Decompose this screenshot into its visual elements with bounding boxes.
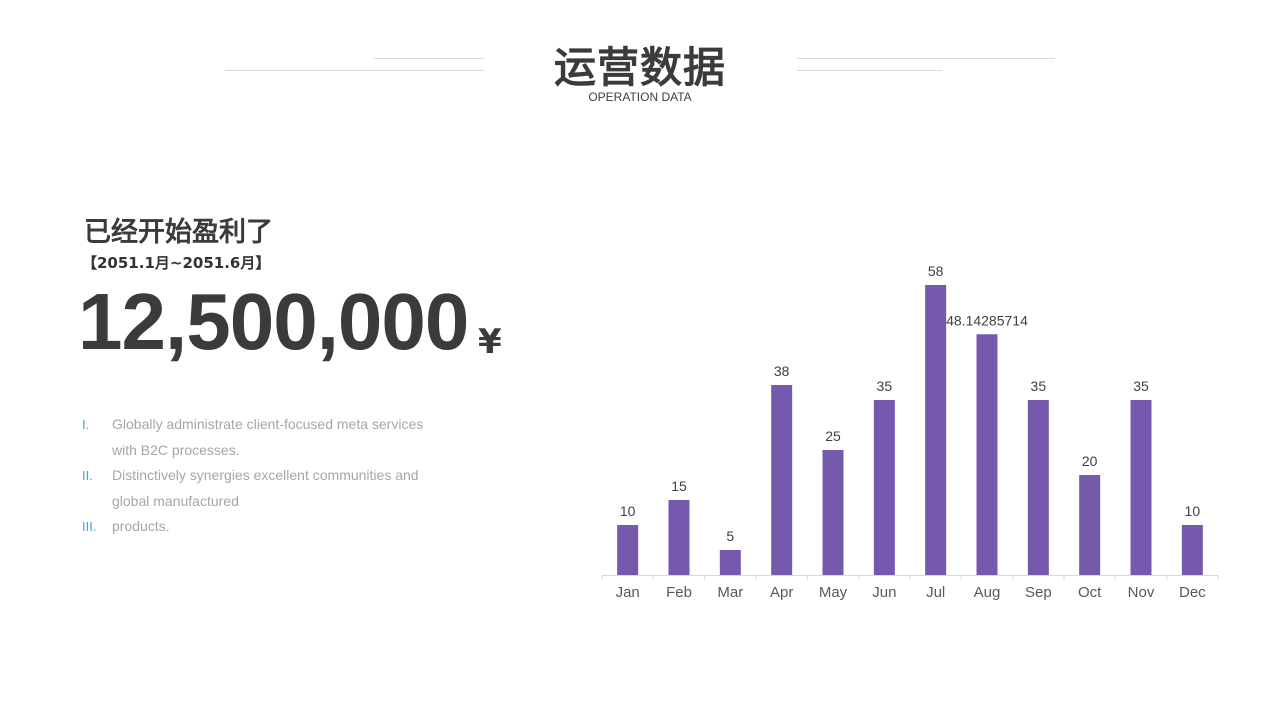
x-tick-label-apr: Apr — [770, 584, 793, 601]
data-label-nov: 35 — [1133, 378, 1149, 394]
bar-sep — [1027, 400, 1049, 575]
data-label-dec: 10 — [1185, 503, 1201, 519]
page-title: 运营数据 — [553, 43, 726, 92]
notes-list: I. Globally administrate client-focused … — [82, 412, 442, 540]
note-text: Distinctively synergies excellent commun… — [112, 467, 419, 509]
x-tick-label-dec: Dec — [1179, 584, 1206, 601]
x-tick-label-aug: Aug — [974, 584, 1001, 601]
data-label-mar: 5 — [726, 528, 734, 544]
bar-apr — [771, 385, 793, 575]
x-tick-label-jan: Jan — [616, 584, 640, 601]
note-item: II. Distinctively synergies excellent co… — [82, 463, 442, 514]
data-label-jun: 35 — [877, 378, 893, 394]
summary-amount: 12,500,000 — [78, 277, 469, 366]
note-number: II. — [82, 468, 93, 483]
monthly-bar-chart: 10 Jan 15 Feb 5 Mar 38 Apr 25 May 35 Jun 58 Jul 48.142… — [601, 263, 1219, 601]
bar-jul — [925, 285, 947, 575]
x-tick-label-nov: Nov — [1128, 584, 1155, 601]
data-label-oct: 20 — [1082, 453, 1098, 469]
currency-symbol: ¥ — [478, 322, 502, 362]
bar-jan — [617, 525, 639, 575]
bar-mar — [719, 550, 741, 575]
x-tick-label-jul: Jul — [926, 584, 945, 601]
note-text: products. — [112, 518, 170, 534]
bar-dec — [1181, 525, 1203, 575]
data-label-jul: 58 — [928, 263, 944, 279]
note-text: Globally administrate client-focused met… — [112, 416, 424, 458]
bar-aug — [976, 334, 998, 575]
data-label-may: 25 — [825, 428, 841, 444]
bar-oct — [1079, 475, 1101, 575]
note-number: III. — [82, 519, 97, 534]
bar-jun — [873, 400, 895, 575]
data-label-apr: 38 — [774, 363, 790, 379]
note-item: III. products. — [82, 514, 442, 540]
bar-nov — [1130, 400, 1152, 575]
x-tick-label-feb: Feb — [666, 584, 692, 601]
bar-feb — [668, 500, 690, 575]
summary-period: 【2051.1月~2051.6月】 — [82, 254, 271, 272]
data-label-feb: 15 — [671, 478, 687, 494]
data-label-aug: 48.14285714 — [946, 312, 1028, 328]
data-label-jan: 10 — [620, 503, 636, 519]
note-number: I. — [82, 417, 90, 432]
data-label-sep: 35 — [1031, 378, 1047, 394]
x-tick-label-may: May — [819, 584, 848, 601]
note-item: I. Globally administrate client-focused … — [82, 412, 442, 463]
x-tick-label-sep: Sep — [1025, 584, 1052, 601]
x-tick-label-mar: Mar — [717, 584, 743, 601]
page-subtitle: OPERATION DATA — [588, 90, 692, 104]
x-tick-label-oct: Oct — [1078, 584, 1102, 601]
summary-headline: 已经开始盈利了 — [84, 217, 273, 248]
bar-may — [822, 450, 844, 575]
x-tick-label-jun: Jun — [872, 584, 896, 601]
